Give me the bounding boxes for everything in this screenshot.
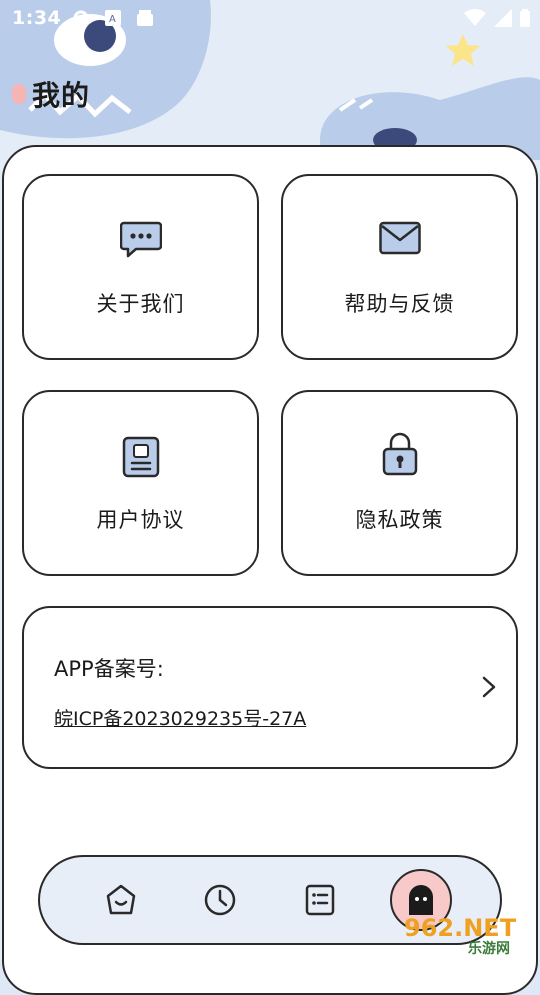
watermark-logo: 962.NET 乐游网 xyxy=(404,914,517,956)
clock-icon[interactable] xyxy=(203,883,237,921)
chat-bubble-icon xyxy=(119,220,162,262)
lock-icon xyxy=(382,432,418,480)
about-us-card[interactable]: 关于我们 xyxy=(22,174,259,360)
icp-label: APP备案号: xyxy=(54,657,164,681)
user-agreement-card[interactable]: 用户协议 xyxy=(22,390,259,576)
icp-record-card[interactable]: APP备案号: 皖ICP备2023029235号-27A xyxy=(22,606,518,769)
about-us-label: 关于我们 xyxy=(96,292,185,316)
svg-text:A: A xyxy=(109,14,116,25)
wifi-icon xyxy=(464,9,486,31)
privacy-policy-label: 隐私政策 xyxy=(355,508,444,532)
mail-icon xyxy=(378,220,421,260)
status-bar: 1:34 A xyxy=(0,0,540,36)
privacy-policy-card[interactable]: 隐私政策 xyxy=(281,390,518,576)
translate-icon: A xyxy=(104,9,122,31)
icp-number-link[interactable]: 皖ICP备2023029235号-27A xyxy=(54,704,306,731)
settings-icon xyxy=(72,9,90,31)
user-agreement-label: 用户协议 xyxy=(96,508,185,532)
watermark-subtext: 乐游网 xyxy=(468,940,510,956)
home-icon[interactable] xyxy=(104,883,138,921)
document-icon xyxy=(122,436,160,482)
chevron-right-icon xyxy=(482,676,496,702)
status-time: 1:34 xyxy=(12,7,62,29)
help-feedback-label: 帮助与反馈 xyxy=(344,292,455,316)
battery-icon xyxy=(520,9,530,31)
page-title: 我的 xyxy=(32,79,91,112)
help-feedback-card[interactable]: 帮助与反馈 xyxy=(281,174,518,360)
list-icon[interactable] xyxy=(304,883,336,921)
watermark-text: 962.NET xyxy=(404,914,517,942)
android-icon xyxy=(136,9,154,31)
signal-icon xyxy=(494,9,512,31)
